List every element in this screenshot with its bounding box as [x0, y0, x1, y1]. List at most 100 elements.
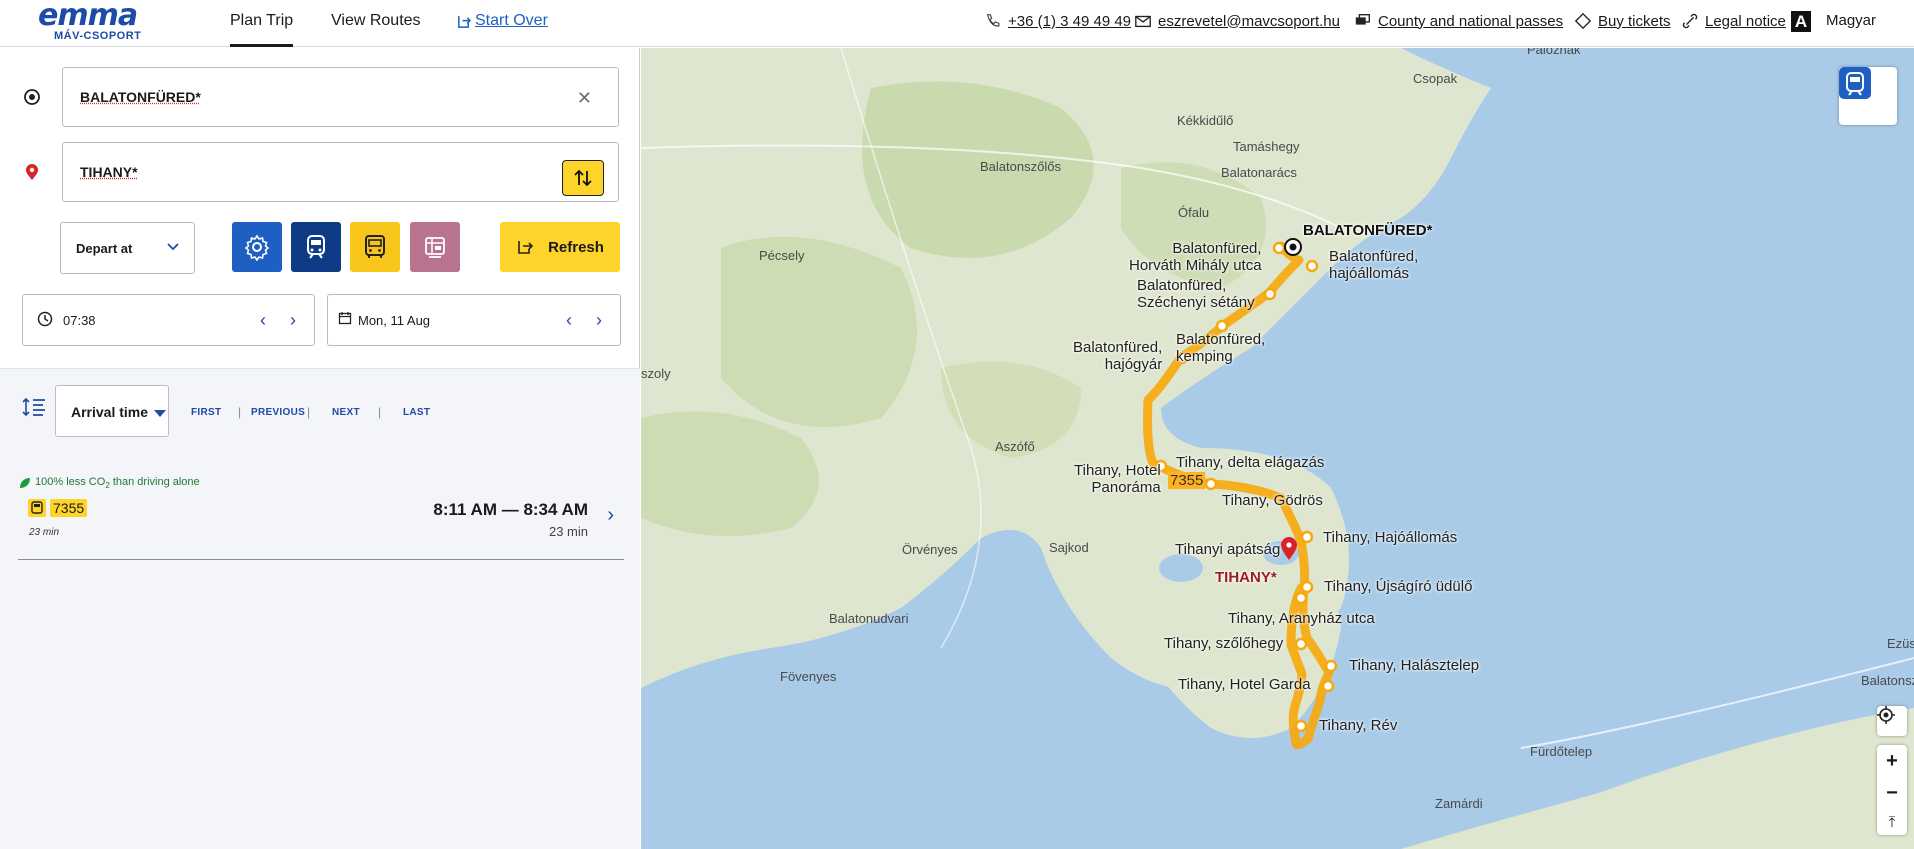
- destination-value: TIHANY*: [80, 164, 138, 180]
- stop-marker[interactable]: [1272, 241, 1286, 255]
- chevron-down-icon: [167, 243, 179, 251]
- stop-label: Balatonfüred, hajóállomás: [1329, 248, 1419, 282]
- date-picker[interactable]: Mon, 11 Aug ‹ ›: [327, 294, 621, 346]
- route-result[interactable]: 7355 23 min 8:11 AM — 8:34 AM 23 min ›: [18, 494, 624, 560]
- settings-mode-button[interactable]: [232, 222, 282, 272]
- buy-tickets-label: Buy tickets: [1598, 12, 1671, 30]
- pager-previous[interactable]: PREVIOUS: [251, 407, 305, 418]
- stop-marker[interactable]: [1300, 530, 1314, 544]
- destination-label: TIHANY*: [1215, 569, 1277, 586]
- place-label: Csopak: [1413, 71, 1458, 86]
- train-mode-button[interactable]: [291, 222, 341, 272]
- restart-icon: [458, 15, 471, 28]
- email-link[interactable]: eszrevetel@mavcsoport.hu: [1134, 12, 1340, 30]
- stop-marker[interactable]: [1215, 319, 1229, 333]
- stop-label: Tihany, Halásztelep: [1349, 657, 1480, 674]
- stop-label: Tihany, Újságíró üdülő: [1324, 578, 1473, 595]
- other-mode-button[interactable]: [410, 222, 460, 272]
- clear-origin-icon[interactable]: ✕: [577, 88, 592, 109]
- stop-label: Balatonfüred, Széchenyi sétány: [1137, 277, 1255, 311]
- chevron-right-icon[interactable]: ›: [607, 504, 614, 527]
- start-over-link[interactable]: Start Over: [456, 12, 548, 30]
- stop-marker[interactable]: [1305, 259, 1319, 273]
- ticket-icon: [1574, 12, 1592, 30]
- train-icon: [1839, 67, 1871, 99]
- pager-separator: |: [378, 405, 382, 419]
- swap-button[interactable]: [562, 160, 604, 196]
- results-area: Arrival time FIRST | PREVIOUS | NEXT | L…: [0, 368, 640, 849]
- place-label: Örvényes: [902, 542, 958, 557]
- nav-plan-trip[interactable]: Plan Trip: [230, 0, 294, 47]
- pager-last[interactable]: LAST: [403, 407, 430, 418]
- trip-planner-panel: BALATONFÜRED* ✕ TIHANY* ✕ Depart at Refr…: [0, 48, 640, 849]
- pager-separator: |: [307, 405, 311, 419]
- origin-field[interactable]: BALATONFÜRED* ✕: [62, 67, 619, 127]
- refresh-button[interactable]: Refresh: [500, 222, 620, 272]
- origin-marker[interactable]: [1284, 238, 1302, 256]
- zoom-in-icon[interactable]: +: [1886, 750, 1898, 773]
- time-picker[interactable]: 07:38 ‹ ›: [22, 294, 315, 346]
- pager-next[interactable]: NEXT: [332, 407, 360, 418]
- suburban-train-icon: [425, 237, 445, 258]
- sort-list-icon[interactable]: [22, 397, 46, 417]
- place-label: Tamáshegy: [1233, 139, 1300, 154]
- stop-marker[interactable]: [1294, 637, 1308, 651]
- pager-first[interactable]: FIRST: [191, 407, 221, 418]
- top-header: emma MÁV-CSOPORT Plan Trip View Routes S…: [0, 0, 1914, 47]
- stop-marker[interactable]: [1204, 477, 1218, 491]
- stop-label: Tihany, Aranyház utca: [1228, 610, 1375, 627]
- stop-marker[interactable]: [1324, 659, 1338, 673]
- origin-target-icon: [24, 89, 40, 105]
- emma-logo[interactable]: emma MÁV-CSOPORT: [38, 0, 184, 43]
- start-over-label: Start Over: [475, 12, 548, 29]
- accessibility-toggle[interactable]: A: [1791, 11, 1811, 32]
- depart-at-label: Depart at: [76, 241, 133, 256]
- buy-tickets-link[interactable]: Buy tickets: [1574, 12, 1671, 30]
- gear-icon: [244, 234, 270, 261]
- legal-notice-link[interactable]: Legal notice: [1681, 12, 1786, 30]
- logo-subtitle: MÁV-CSOPORT: [54, 30, 142, 42]
- stop-marker[interactable]: [1321, 679, 1335, 693]
- place-label: Paloznak: [1527, 48, 1581, 57]
- time-next-icon[interactable]: ›: [290, 310, 296, 331]
- transit-layer-button[interactable]: [1839, 67, 1897, 125]
- route-line-number: 7355: [50, 499, 88, 517]
- refresh-label: Refresh: [548, 238, 604, 256]
- stop-marker[interactable]: [1294, 591, 1308, 605]
- date-prev-icon[interactable]: ‹: [566, 310, 572, 331]
- depart-at-select[interactable]: Depart at: [60, 222, 195, 274]
- co2-prefix: 100% less CO: [35, 476, 106, 488]
- stop-marker[interactable]: [1294, 719, 1308, 733]
- logo-text: emma: [38, 0, 138, 33]
- place-label: Balatonudvari: [829, 611, 909, 626]
- stop-label: Tihany, delta elágazás: [1176, 454, 1325, 471]
- destination-field[interactable]: TIHANY* ✕: [62, 142, 619, 202]
- stop-marker[interactable]: [1263, 287, 1277, 301]
- zoom-out-icon[interactable]: −: [1886, 782, 1898, 805]
- locate-me-button[interactable]: [1877, 706, 1907, 736]
- time-prev-icon[interactable]: ‹: [260, 310, 266, 331]
- stop-marker[interactable]: [1300, 580, 1314, 594]
- nav-view-routes[interactable]: View Routes: [331, 0, 421, 47]
- origin-value: BALATONFÜRED*: [80, 89, 201, 105]
- link-icon: [1682, 13, 1698, 29]
- sort-select-label: Arrival time: [71, 404, 149, 420]
- place-label: Aszófő: [995, 439, 1035, 454]
- place-label: Balatonszépla: [1861, 673, 1914, 688]
- compass-icon[interactable]: ⤒: [1889, 814, 1896, 831]
- caret-down-icon: [153, 409, 166, 417]
- email-address: eszrevetel@mavcsoport.hu: [1158, 12, 1340, 30]
- sort-select[interactable]: Arrival time: [55, 385, 169, 437]
- bus-mode-button[interactable]: [350, 222, 400, 272]
- leaf-icon: [20, 478, 30, 489]
- co2-suffix: than driving alone: [109, 476, 200, 488]
- clock-icon: [37, 311, 53, 327]
- language-switch[interactable]: Magyar: [1826, 12, 1876, 29]
- pager-separator: |: [238, 405, 242, 419]
- phone-link[interactable]: +36 (1) 3 49 49 49: [984, 12, 1131, 30]
- route-duration-short: 23 min: [29, 527, 60, 538]
- place-label: szoly: [641, 366, 671, 381]
- date-next-icon[interactable]: ›: [596, 310, 602, 331]
- route-map[interactable]: Paloznak Csopak Kékkidűlő Tamáshegy Bala…: [641, 48, 1914, 849]
- passes-link[interactable]: County and national passes: [1354, 12, 1563, 30]
